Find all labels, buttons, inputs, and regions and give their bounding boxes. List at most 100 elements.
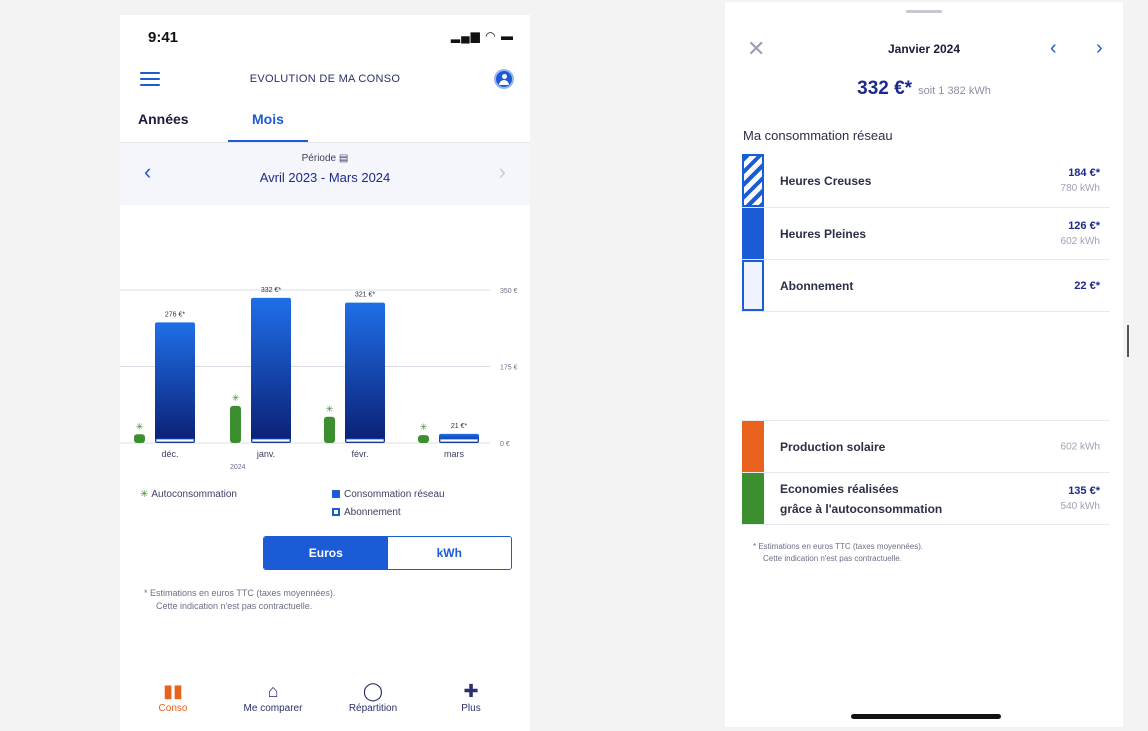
- chevron-left-icon[interactable]: ‹: [1050, 38, 1057, 58]
- row-euros: 135 €*: [1068, 484, 1100, 497]
- detail-footnote: * Estimations en euros TTC (taxes moyenn…: [753, 541, 1053, 565]
- row-economies: Economies réalisées grâce à l'autoconsomm…: [742, 473, 1110, 525]
- reseau-bar: [155, 322, 195, 443]
- footnote-line-2: Cette indication n'est pas contractuelle…: [156, 601, 313, 611]
- abonnement-swatch: [742, 260, 764, 311]
- legend-abonnement-label: Abonnement: [344, 507, 401, 518]
- y-tick-label: 350 €: [500, 288, 518, 295]
- y-tick-label: 0 €: [500, 441, 510, 448]
- bottom-navigation: ▮▮ Conso ⌂ Me comparer ◯ Répartition ✚ P…: [120, 679, 530, 731]
- footnote-line-2: Cette indication n'est pas contractuelle…: [763, 554, 902, 563]
- legend-reseau: Consommation réseau: [332, 489, 445, 500]
- nav-me-comparer[interactable]: ⌂ Me comparer: [228, 679, 318, 714]
- battery-icon: ▬: [501, 29, 514, 43]
- reseau-bar: [251, 297, 291, 443]
- chevron-right-icon[interactable]: ›: [1096, 38, 1103, 58]
- autoconso-bar: [134, 434, 145, 443]
- data-label: 321 €*: [355, 292, 376, 299]
- row-label: Abonnement: [780, 278, 854, 293]
- x-tick-label: déc.: [161, 449, 178, 459]
- row-production-solaire: Production solaire 602 kWh: [742, 421, 1110, 473]
- section-title-reseau: Ma consommation réseau: [743, 128, 893, 143]
- period-selector: ‹ Période ▤ Avril 2023 - Mars 2024 ›: [120, 143, 530, 205]
- row-kwh: 540 kWh: [1060, 500, 1100, 512]
- monthly-consumption-chart: 0 € 175 € 350 € ✳ 276 €* déc. ✳ 332 €* janv. 2024…: [120, 287, 518, 471]
- page-title: EVOLUTION DE MA CONSO: [249, 73, 401, 85]
- x-tick-sublabel: 2024: [230, 464, 246, 471]
- reseau-breakdown: Heures Creuses 184 €* 780 kWh Heures Plei…: [742, 154, 1110, 312]
- bar-chart-icon: ▮▮: [163, 681, 183, 701]
- app-screen-conso: 9:41 ▂▄▆ ◠ ▬ EVOLUTION DE MA CONSO Année…: [120, 15, 530, 731]
- row-label: Economies réalisées grâce à l'autoconsomm…: [780, 479, 942, 519]
- row-euros: 126 €*: [1068, 219, 1100, 232]
- row-kwh: 602 kWh: [1060, 235, 1100, 247]
- row-euros: 184 €*: [1068, 166, 1100, 179]
- row-value: 22 €*: [1074, 279, 1100, 292]
- economies-label-line-2: grâce à l'autoconsommation: [780, 501, 943, 516]
- plus-icon: ✚: [463, 681, 479, 701]
- tab-annees[interactable]: Années: [138, 109, 189, 142]
- nav-conso-label: Conso: [158, 703, 188, 714]
- row-abonnement: Abonnement 22 €*: [742, 260, 1110, 312]
- row-kwh: 602 kWh: [1060, 441, 1100, 452]
- data-label: 276 €*: [165, 311, 186, 318]
- reseau-bar: [345, 302, 385, 443]
- detail-sheet: ✕ Janvier 2024 ‹ › 332 €* soit 1 382 kWh …: [725, 2, 1123, 727]
- donut-icon: ◯: [362, 681, 384, 701]
- legend-autoconsommation-label: Autoconsommation: [151, 489, 237, 500]
- period-label[interactable]: Période ▤: [120, 153, 530, 164]
- device-edge: [1127, 325, 1129, 357]
- nav-conso[interactable]: ▮▮ Conso: [128, 679, 218, 714]
- abonnement-bar: [345, 438, 385, 443]
- detail-total: 332 €* soit 1 382 kWh: [725, 78, 1123, 100]
- row-value: 135 €* 540 kWh: [1061, 483, 1100, 515]
- user-account-icon[interactable]: [494, 69, 514, 89]
- tab-mois[interactable]: Mois: [228, 109, 308, 142]
- x-tick-label: janv.: [256, 449, 275, 459]
- data-label: 332 €*: [261, 287, 282, 294]
- toggle-euros[interactable]: Euros: [264, 537, 388, 569]
- y-tick-label: 175 €: [500, 365, 518, 372]
- sun-icon: ✳: [140, 489, 149, 500]
- row-value: 602 kWh: [1061, 438, 1100, 455]
- footnote-line-1: * Estimations en euros TTC (taxes moyenn…: [753, 542, 924, 551]
- sheet-grab-handle[interactable]: [906, 10, 942, 13]
- row-heures-pleines: Heures Pleines 126 €* 602 kWh: [742, 208, 1110, 260]
- signal-icon: ▂▄▆: [450, 29, 481, 43]
- sun-icon: ✳: [136, 422, 144, 432]
- abonnement-bar: [155, 438, 195, 443]
- row-value: 126 €* 602 kWh: [1061, 218, 1100, 250]
- abonnement-bar: [251, 438, 291, 443]
- toggle-kwh[interactable]: kWh: [387, 537, 511, 569]
- abonnement-bar: [439, 438, 479, 443]
- nav-plus[interactable]: ✚ Plus: [426, 679, 516, 714]
- legend-swatch-abonnement: [332, 508, 340, 516]
- status-time: 9:41: [148, 29, 179, 46]
- legend-abonnement: Abonnement: [332, 507, 401, 518]
- nav-plus-label: Plus: [461, 703, 481, 714]
- economies-swatch: [742, 473, 764, 524]
- legend-swatch-reseau: [332, 490, 340, 498]
- data-label: 21 €*: [451, 423, 468, 430]
- nav-me-comparer-label: Me comparer: [243, 703, 303, 714]
- heures-pleines-swatch: [742, 208, 764, 259]
- legend-reseau-label: Consommation réseau: [344, 489, 445, 500]
- nav-repartition-label: Répartition: [348, 703, 398, 714]
- status-icons: ▂▄▆ ◠ ▬: [451, 29, 514, 43]
- heures-creuses-swatch: [742, 154, 764, 207]
- row-label: Heures Creuses: [780, 173, 872, 188]
- home-indicator[interactable]: [851, 714, 1001, 719]
- production-solaire-swatch: [742, 421, 764, 472]
- footnote-line-1: * Estimations en euros TTC (taxes moyenn…: [144, 588, 336, 598]
- economies-label-line-1: Economies réalisées: [780, 481, 899, 496]
- chevron-right-icon[interactable]: ›: [499, 161, 506, 183]
- detail-total-kwh: soit 1 382 kWh: [918, 85, 991, 97]
- detail-total-amount: 332 €*: [857, 78, 913, 99]
- row-heures-creuses: Heures Creuses 184 €* 780 kWh: [742, 154, 1110, 208]
- sun-icon: ✳: [326, 405, 334, 415]
- x-tick-label: févr.: [351, 449, 368, 459]
- period-tabs: Années Mois: [120, 109, 530, 143]
- sun-icon: ✳: [232, 394, 240, 404]
- nav-repartition[interactable]: ◯ Répartition: [328, 679, 418, 714]
- row-kwh: 780 kWh: [1060, 182, 1100, 194]
